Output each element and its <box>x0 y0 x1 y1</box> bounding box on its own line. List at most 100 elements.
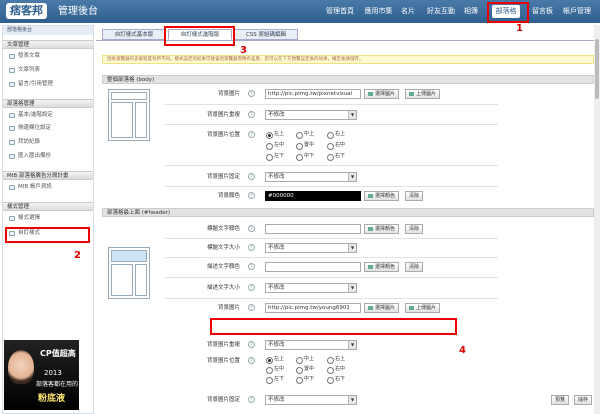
help-icon[interactable]: ? <box>248 263 255 270</box>
sidebar-item-sidebar-settings[interactable]: 側邊欄位設定 <box>9 124 51 133</box>
position-middle-left[interactable]: 左中 <box>266 142 284 150</box>
sidebar-item-settings[interactable]: 基本/進階設定 <box>9 111 53 120</box>
help-icon[interactable]: ? <box>248 173 255 180</box>
preview-button[interactable]: 預覽 <box>551 395 570 405</box>
header-position-bottom-center[interactable]: 中下 <box>296 376 314 384</box>
help-icon[interactable]: ? <box>248 341 255 348</box>
label-body-bg-position: 背景圖片位置 <box>206 132 240 138</box>
position-middle-right[interactable]: 右中 <box>327 142 345 150</box>
help-icon[interactable]: ? <box>248 244 255 251</box>
sidebar-item-style-select[interactable]: 樣式選擇 <box>9 214 40 223</box>
header-position-bottom-right[interactable]: 右下 <box>327 376 345 384</box>
title-size-select[interactable]: 不修改 ▼ <box>265 243 357 253</box>
vertical-scrollbar[interactable] <box>594 25 600 414</box>
position-top-center[interactable]: 中上 <box>296 131 314 139</box>
header-position-bottom-left[interactable]: 左下 <box>266 376 284 384</box>
desc-size-select[interactable]: 不修改 ▼ <box>265 283 357 293</box>
body-choose-color-button[interactable]: 選擇顏色 <box>364 191 400 201</box>
section-header-body[interactable]: 整個部落格 (body) <box>102 75 594 84</box>
preview-content <box>111 102 133 138</box>
label-header-bg-image: 背景圖片 <box>217 305 240 311</box>
label-body-bg-color: 背景顏色 <box>217 193 240 199</box>
scrollbar-thumb[interactable] <box>595 39 599 99</box>
desc-clear-color-button[interactable]: 清除 <box>405 262 424 272</box>
nav-blog[interactable]: 部落格 <box>492 5 520 18</box>
header-choose-image-button[interactable]: 選擇圖片 <box>364 303 400 313</box>
nav-friends[interactable]: 好友互動 <box>423 5 459 18</box>
site-logo[interactable]: 痞客邦 <box>6 3 47 19</box>
header-position-center[interactable]: 置中 <box>296 366 314 374</box>
header-position-top-left[interactable]: 左上 <box>266 356 284 364</box>
help-icon[interactable]: ? <box>248 192 255 199</box>
help-icon[interactable]: ? <box>248 284 255 291</box>
header-position-top-right[interactable]: 右上 <box>327 356 345 364</box>
help-icon[interactable]: ? <box>248 111 255 118</box>
tab-advanced-custom[interactable]: 自訂樣式進階版 <box>168 29 232 40</box>
sidebar-item-visit-log[interactable]: 拜訪紀錄 <box>9 138 40 147</box>
tab-css-editor[interactable]: CSS 原始碼編輯 <box>234 29 298 40</box>
desc-choose-color-button[interactable]: 選擇顏色 <box>364 262 400 272</box>
nav-guestbook[interactable]: 留言板 <box>529 5 556 18</box>
body-bg-fixed-select[interactable]: 不修改 ▼ <box>265 172 357 182</box>
sidebar-section-articles[interactable]: 文章管理 <box>3 40 93 49</box>
image-icon <box>368 305 373 310</box>
header-layout-preview <box>108 247 150 299</box>
select-value: 不修改 <box>268 112 285 118</box>
help-icon[interactable]: ? <box>248 396 255 403</box>
nav-account[interactable]: 帳戶管理 <box>559 5 595 18</box>
header-bg-fixed-select[interactable]: 不修改 ▼ <box>265 395 357 405</box>
section-header-header[interactable]: 部落格最上面 (#header) <box>102 208 594 217</box>
sidebar-item-comments[interactable]: 留言/引用管理 <box>9 80 53 89</box>
sidebar-item-post-list[interactable]: 文章列表 <box>9 66 40 75</box>
desc-color-input[interactable] <box>265 262 361 272</box>
nav-profile[interactable]: 名片 <box>398 5 418 18</box>
position-bottom-right[interactable]: 右下 <box>327 153 345 161</box>
sidebar-item-custom-style[interactable]: 自訂樣式 <box>9 229 40 238</box>
header-bg-image-input[interactable]: http://pic.pimg.tw/young6901 <box>265 303 361 313</box>
header-position-top-center[interactable]: 中上 <box>296 356 314 364</box>
sidebar-section-blog-management[interactable]: 部落格管理 <box>3 99 93 108</box>
position-center[interactable]: 置中 <box>296 142 314 150</box>
chevron-down-icon: ▼ <box>348 396 356 404</box>
title-choose-color-button[interactable]: 選擇顏色 <box>364 224 400 234</box>
body-bg-repeat-select[interactable]: 不修改 ▼ <box>265 110 357 120</box>
tab-basic-custom[interactable]: 自訂樣式基本版 <box>102 29 166 40</box>
nav-app-market[interactable]: 應用市集 <box>361 5 396 18</box>
nav-album[interactable]: 相簿 <box>461 5 481 18</box>
help-icon[interactable]: ? <box>248 90 255 97</box>
advertisement-banner[interactable]: CP值超高 2013 部落客都在用的 粉底液 <box>4 340 79 410</box>
sidebar-item-mib-account[interactable]: MIB 帳戶資訊 <box>9 183 52 192</box>
sidebar-section-styles[interactable]: 樣式管理 <box>3 202 93 211</box>
sidebar-item-backup[interactable]: 匯入匯出備份 <box>9 152 51 161</box>
help-icon[interactable]: ? <box>248 225 255 232</box>
position-top-left[interactable]: 左上 <box>266 131 284 139</box>
sidebar-section-mib[interactable]: MIB 部落格廣告分潤計畫 <box>3 171 93 180</box>
chevron-down-icon: ▼ <box>348 173 356 181</box>
preview-header-highlight <box>111 250 147 262</box>
body-bg-image-input[interactable]: http://pic.pimg.tw/pixnetvisual <box>265 89 361 99</box>
position-bottom-center[interactable]: 中下 <box>296 153 314 161</box>
position-bottom-left[interactable]: 左下 <box>266 153 284 161</box>
header-bg-repeat-select[interactable]: 不修改 ▼ <box>265 340 357 350</box>
body-bg-color-input[interactable]: #000000 <box>265 191 361 201</box>
nav-dashboard[interactable]: 管理首頁 <box>323 5 357 18</box>
header-position-middle-right[interactable]: 右中 <box>327 366 345 374</box>
label-desc-size: 描述文字大小 <box>206 285 240 291</box>
body-upload-image-button[interactable]: 上傳圖片 <box>405 89 441 99</box>
sidebar-item-label: 發表文章 <box>18 53 41 59</box>
title-clear-color-button[interactable]: 清除 <box>405 224 424 234</box>
header-upload-image-button[interactable]: 上傳圖片 <box>405 303 441 313</box>
header-position-middle-left[interactable]: 左中 <box>266 366 284 374</box>
help-icon[interactable]: ? <box>248 357 255 364</box>
body-choose-image-button[interactable]: 選擇圖片 <box>364 89 400 99</box>
body-clear-color-button[interactable]: 清除 <box>405 191 424 201</box>
ad-year: 2013 <box>44 369 62 377</box>
help-icon[interactable]: ? <box>248 304 255 311</box>
help-icon[interactable]: ? <box>248 131 255 138</box>
save-button[interactable]: 儲存 <box>574 395 593 405</box>
sidebar-item-new-post[interactable]: 發表文章 <box>9 52 40 61</box>
position-top-right[interactable]: 右上 <box>327 131 345 139</box>
row-divider <box>165 238 498 239</box>
title-color-input[interactable] <box>265 224 361 234</box>
button-label: 選擇圖片 <box>375 305 396 311</box>
